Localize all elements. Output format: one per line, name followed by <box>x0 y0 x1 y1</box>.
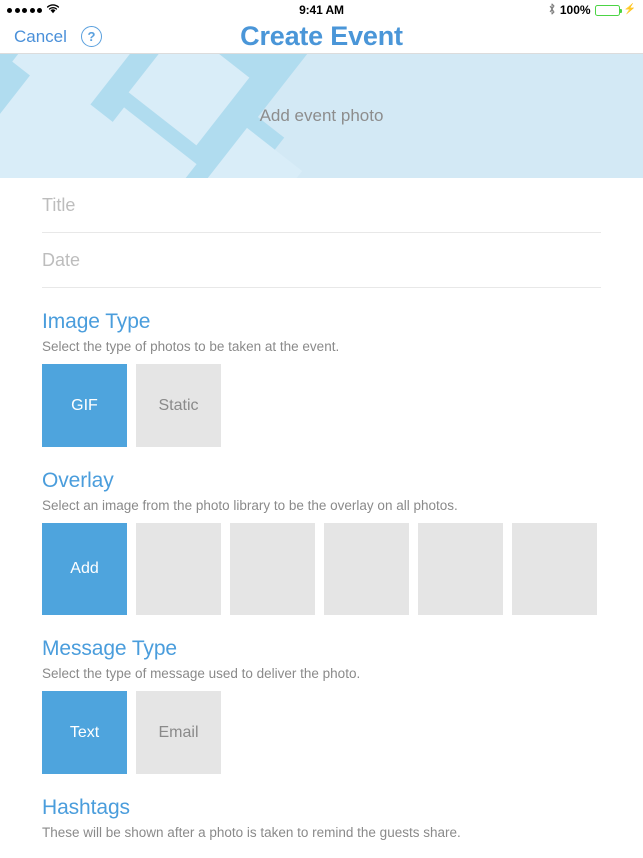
help-icon[interactable]: ? <box>80 26 102 47</box>
image-type-option-gif[interactable]: GIF <box>42 364 127 447</box>
hashtags-heading: Hashtags <box>42 796 130 819</box>
status-bar-right: 100% ⚡ <box>548 3 636 18</box>
overlay-slot-1[interactable] <box>136 523 221 615</box>
date-field-row <box>42 233 601 288</box>
message-type-options: Text Email <box>42 691 601 774</box>
overlay-heading: Overlay <box>42 469 114 492</box>
bluetooth-icon <box>548 3 556 18</box>
section-image-type: Image Type Select the type of photos to … <box>0 310 643 447</box>
image-type-option-static[interactable]: Static <box>136 364 221 447</box>
message-type-description: Select the type of message used to deliv… <box>42 666 361 681</box>
message-type-option-email[interactable]: Email <box>136 691 221 774</box>
image-type-options: GIF Static <box>42 364 601 447</box>
cancel-button[interactable]: Cancel <box>14 27 67 47</box>
status-bar-time: 9:41 AM <box>299 3 344 17</box>
battery-full-icon <box>594 4 622 16</box>
overlay-options: Add <box>42 523 601 615</box>
overlay-slot-3[interactable] <box>324 523 409 615</box>
overlay-add-button[interactable]: Add <box>42 523 127 615</box>
image-type-heading: Image Type <box>42 310 151 333</box>
add-event-photo-banner[interactable]: Add event photo <box>0 54 643 178</box>
section-overlay: Overlay Select an image from the photo l… <box>0 469 643 615</box>
message-type-heading: Message Type <box>42 637 177 660</box>
navigation-bar: Cancel ? Create Event <box>0 20 643 54</box>
section-hashtags: Hashtags These will be shown after a pho… <box>0 796 643 840</box>
overlay-slot-5[interactable] <box>512 523 597 615</box>
section-message-type: Message Type Select the type of message … <box>0 637 643 774</box>
add-event-photo-label: Add event photo <box>259 106 384 125</box>
title-input[interactable] <box>42 194 601 216</box>
battery-percent-label: 100% <box>559 3 591 17</box>
hashtags-description: These will be shown after a photo is tak… <box>42 825 461 840</box>
overlay-description: Select an image from the photo library t… <box>42 498 458 513</box>
overlay-slot-2[interactable] <box>230 523 315 615</box>
nav-left-group: Cancel ? <box>14 26 102 47</box>
image-type-description: Select the type of photos to be taken at… <box>42 339 340 354</box>
date-input[interactable] <box>42 249 601 271</box>
lightning-bolt-icon: ⚡ <box>623 4 636 15</box>
title-field-row <box>42 178 601 233</box>
status-bar: 9:41 AM 100% ⚡ <box>0 0 643 20</box>
overlay-slot-4[interactable] <box>418 523 503 615</box>
message-type-option-text[interactable]: Text <box>42 691 127 774</box>
